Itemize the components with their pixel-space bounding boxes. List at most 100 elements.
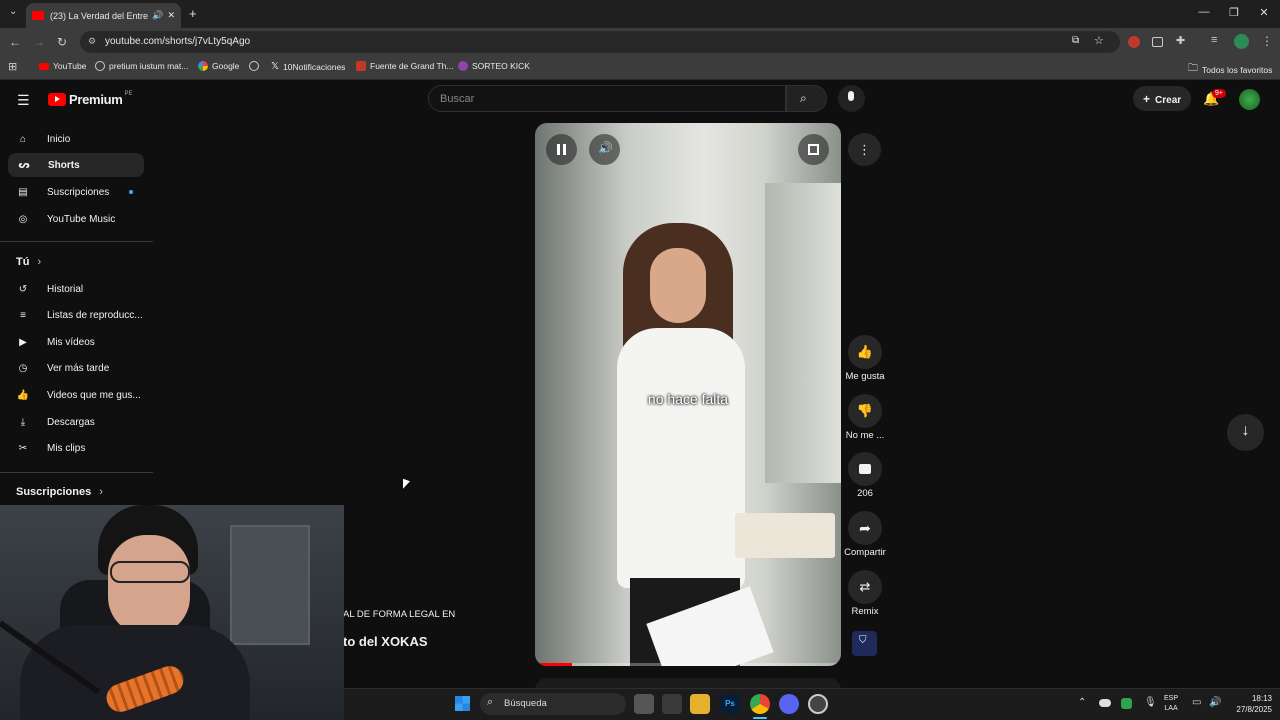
clock-date: 27/8/2025 [1236, 705, 1272, 714]
youtube-premium-logo[interactable]: Premium PE [48, 90, 133, 107]
webcam-person-face [108, 535, 190, 635]
site-info-icon[interactable]: ⚙ [88, 36, 96, 47]
comments-count: 206 [857, 488, 873, 499]
fuente-icon [356, 61, 366, 71]
volume-button[interactable]: 🔊 [589, 134, 620, 165]
plus-icon: + [1143, 92, 1151, 106]
new-content-dot [129, 190, 133, 194]
account-avatar[interactable] [1239, 89, 1260, 110]
language-indicator[interactable]: ESP LAA [1164, 694, 1178, 714]
network-icon[interactable]: ▭ [1192, 697, 1201, 708]
share-label: Compartir [844, 547, 886, 558]
chrome-icon[interactable] [750, 694, 770, 714]
url-text: youtube.com/shorts/j7vLty5qAgo [105, 36, 251, 47]
like-button[interactable]: 👍 [848, 335, 882, 369]
you-section-heading[interactable]: Tú › [16, 256, 41, 268]
sidebar-item-shorts[interactable]: ᔕ Shorts [8, 153, 144, 177]
bookmark-sorteo-kick[interactable]: SORTEO KICK [458, 61, 530, 71]
system-clock[interactable]: 18:13 27/8/2025 [1226, 693, 1272, 715]
sidebar-item-suscripciones[interactable]: ▤ Suscripciones [15, 180, 155, 204]
search-input[interactable]: Buscar [428, 85, 786, 112]
back-icon[interactable]: ← [9, 35, 21, 49]
close-window-button[interactable]: ✕ [1256, 6, 1272, 19]
taskbar-search[interactable]: ⌕ Búsqueda [480, 693, 626, 715]
bookmark-fuente[interactable]: Fuente de Grand Th... [356, 61, 453, 71]
minimize-button[interactable]: — [1196, 6, 1212, 18]
fullscreen-button[interactable] [798, 134, 829, 165]
sidebar-item-listas[interactable]: ≡ Listas de reproducc... [15, 303, 155, 327]
comments-button[interactable] [848, 452, 882, 486]
taskbar-app-icon[interactable] [662, 694, 682, 714]
webcam-wall-frame [230, 525, 310, 645]
sidebar-item-descargas[interactable]: ⤓ Descargas [15, 410, 155, 434]
shorts-video-player[interactable]: no hace falta [535, 123, 841, 666]
new-tab-button[interactable]: + [189, 6, 197, 21]
bookmark-globe[interactable] [249, 61, 263, 71]
tray-microphone-icon[interactable]: 🎙 [1144, 697, 1157, 708]
globe-icon [95, 61, 105, 71]
next-short-button[interactable]: ↓ [1227, 414, 1264, 451]
forward-icon[interactable]: → [33, 35, 45, 49]
all-bookmarks-folder[interactable]: 🗀 Todos los favoritos [1188, 61, 1272, 78]
subscriptions-section-heading[interactable]: Suscripciones › [16, 486, 103, 498]
sidebar-item-inicio[interactable]: ⌂ Inicio [15, 127, 155, 151]
chevron-right-icon: › [99, 486, 103, 498]
extensions-puzzle-icon[interactable]: ✚ [1176, 34, 1185, 47]
file-explorer-icon[interactable] [690, 694, 710, 714]
profile-avatar[interactable] [1234, 34, 1249, 49]
bookmark-star-icon[interactable]: ☆ [1094, 34, 1104, 47]
bookmark-google[interactable]: Google [198, 61, 239, 71]
install-app-icon[interactable]: ⧉ [1072, 35, 1079, 46]
voice-search-button[interactable] [838, 85, 865, 112]
browser-tab[interactable]: (23) La Verdad del Entrena... 🔊 ✕ [26, 3, 181, 28]
hamburger-menu-icon[interactable]: ☰ [17, 92, 30, 109]
create-button[interactable]: + Crear [1133, 86, 1191, 111]
sidebar-item-mis-clips[interactable]: ✂ Mis clips [15, 436, 155, 460]
onedrive-icon[interactable] [1099, 699, 1111, 707]
browser-menu-icon[interactable]: ⋮ [1261, 34, 1273, 48]
address-bar[interactable]: ⚙ youtube.com/shorts/j7vLty5qAgo ⧉ ☆ [80, 31, 1120, 53]
dislike-button[interactable]: 👎 [848, 394, 882, 428]
video-window-frame [765, 183, 841, 483]
tray-chevron-up-icon[interactable]: ⌃ [1078, 697, 1086, 708]
speaker-icon[interactable]: 🔊 [152, 10, 163, 21]
tab-close-icon[interactable]: ✕ [167, 10, 175, 21]
scissors-icon: ✂ [18, 442, 28, 454]
photoshop-icon[interactable]: Ps [720, 694, 740, 714]
pause-button[interactable] [546, 134, 577, 165]
video-progress-bar[interactable] [535, 663, 841, 666]
background-title-line2: to del XOKAS [343, 634, 428, 649]
download-icon: ⤓ [20, 416, 26, 428]
taskbar-app-icon-2[interactable] [808, 694, 828, 714]
share-button[interactable]: ➦ [848, 511, 882, 545]
sidebar-item-mis-videos[interactable]: ▶ Mis vídeos [15, 330, 155, 354]
active-app-indicator [753, 717, 767, 719]
restore-button[interactable]: ❐ [1226, 6, 1242, 19]
apps-grid-icon[interactable]: ⊞ [8, 60, 17, 73]
sidebar-item-ver-mas-tarde[interactable]: ◷ Ver más tarde [15, 356, 155, 380]
volume-tray-icon[interactable]: 🔊 [1209, 697, 1221, 708]
channel-avatar[interactable]: ⛉ [852, 631, 877, 656]
sidebar-item-historial[interactable]: ↺ Historial [15, 277, 155, 301]
remix-button[interactable]: ⇄ [848, 570, 882, 604]
tab-search-icon[interactable]: ⌄ [9, 6, 17, 17]
search-button[interactable]: ⌕ [786, 85, 827, 112]
extension-icon[interactable] [1128, 36, 1140, 48]
discord-icon[interactable] [779, 694, 799, 714]
reload-icon[interactable]: ↻ [57, 35, 67, 49]
task-view-icon[interactable] [634, 694, 654, 714]
tray-app-icon[interactable] [1121, 698, 1132, 709]
fullscreen-icon [808, 144, 819, 155]
windows-start-icon[interactable] [455, 696, 470, 711]
bookmark-pretium[interactable]: pretium iustum mat... [95, 61, 188, 71]
more-options-button[interactable]: ⋮ [848, 133, 881, 166]
bookmark-10notificaciones[interactable]: 𝕏 10Notificaciones [271, 61, 345, 72]
region-code: PE [124, 90, 133, 97]
tab-title: (23) La Verdad del Entrena... [50, 10, 149, 21]
sidebar-item-youtube-music[interactable]: ◎ YouTube Music [15, 207, 155, 231]
extension-icon-2[interactable] [1152, 37, 1163, 47]
playlists-icon: ≡ [20, 309, 26, 321]
bookmark-youtube[interactable]: YouTube [39, 61, 86, 71]
media-control-icon[interactable]: ≡ [1211, 34, 1217, 46]
sidebar-item-liked-videos[interactable]: 👍 Videos que me gus... [15, 383, 155, 407]
